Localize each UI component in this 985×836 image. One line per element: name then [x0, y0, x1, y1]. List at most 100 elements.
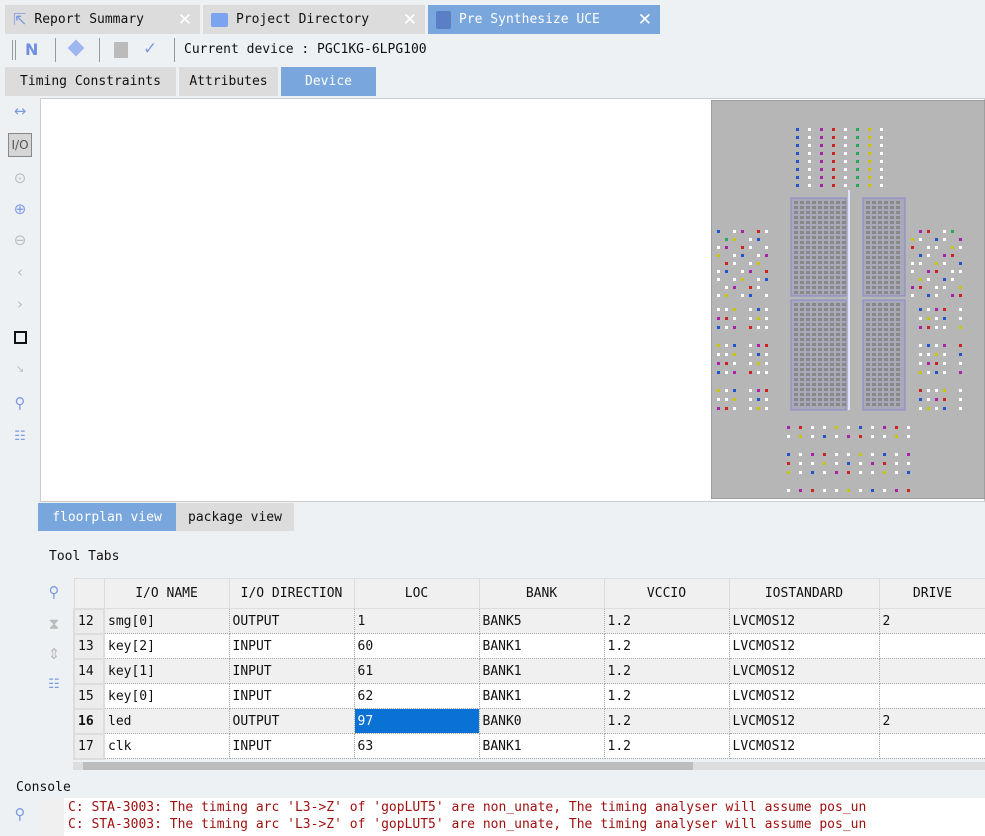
search-icon[interactable]: ⚲: [42, 580, 66, 604]
table-cell[interactable]: OUTPUT: [228, 608, 355, 634]
rectangle-icon[interactable]: [8, 325, 32, 349]
table-cell[interactable]: BANK1: [478, 633, 605, 659]
row-number[interactable]: 17: [73, 732, 105, 760]
search-icon[interactable]: ⚲: [8, 391, 32, 415]
column-header[interactable]: VCCIO: [603, 578, 730, 609]
table-cell[interactable]: [878, 633, 985, 659]
column-header[interactable]: DRIVE: [878, 578, 985, 609]
table-cell[interactable]: 60: [353, 633, 480, 659]
close-icon[interactable]: ✕: [403, 10, 417, 30]
io-icon[interactable]: I/O: [8, 133, 32, 157]
zoom-select-icon[interactable]: ⊙: [8, 166, 32, 190]
fit-icon[interactable]: ↔: [8, 99, 32, 123]
row-number[interactable]: 13: [73, 632, 105, 660]
device-floorplan-image[interactable]: [711, 100, 985, 499]
save-icon[interactable]: [114, 42, 128, 58]
subtab-attributes[interactable]: Attributes: [179, 67, 278, 96]
table-cell[interactable]: 1: [353, 608, 480, 634]
column-header[interactable]: IOSTANDARD: [728, 578, 880, 609]
table-cell[interactable]: 63: [353, 733, 480, 759]
table-cell[interactable]: key[1]: [103, 658, 230, 684]
table-cell[interactable]: OUTPUT: [228, 708, 355, 734]
forward-icon[interactable]: ›: [8, 292, 32, 316]
zoom-out-icon[interactable]: ⊖: [8, 228, 32, 252]
column-header[interactable]: I/O DIRECTION: [228, 578, 355, 609]
table-cell[interactable]: LVCMOS12: [728, 608, 880, 634]
diamond-icon[interactable]: [67, 39, 85, 57]
row-number[interactable]: 12: [73, 607, 105, 635]
table-cell[interactable]: LVCMOS12: [728, 658, 880, 684]
device-element: [883, 462, 886, 465]
column-header[interactable]: I/O NAME: [103, 578, 230, 609]
tab-report-summary[interactable]: ⇱ Report Summary ✕: [5, 5, 200, 34]
table-cell[interactable]: [878, 733, 985, 759]
table-cell[interactable]: INPUT: [228, 658, 355, 684]
table-row[interactable]: 14 key[1] INPUT 61 BANK1 1.2 LVCMOS12: [73, 657, 985, 685]
table-cell[interactable]: LVCMOS12: [728, 683, 880, 709]
subtab-timing-constraints[interactable]: Timing Constraints: [5, 67, 176, 96]
tab-project-directory[interactable]: Project Directory ✕: [203, 5, 425, 34]
table-cell[interactable]: clk: [103, 733, 230, 759]
column-header[interactable]: LOC: [353, 578, 480, 609]
check-icon[interactable]: ✓: [143, 39, 157, 59]
table-row[interactable]: 13 key[2] INPUT 60 BANK1 1.2 LVCMOS12: [73, 632, 985, 660]
search-icon[interactable]: ⚲: [8, 802, 32, 826]
device-element: [749, 407, 752, 410]
expand-icon[interactable]: ⇕: [42, 642, 66, 666]
back-icon[interactable]: ‹: [8, 260, 32, 284]
route-icon[interactable]: ↘: [8, 357, 32, 381]
table-cell[interactable]: INPUT: [228, 683, 355, 709]
zoom-in-icon[interactable]: ⊕: [8, 197, 32, 221]
table-cell[interactable]: BANK1: [478, 733, 605, 759]
table-cell[interactable]: key[0]: [103, 683, 230, 709]
table-cell[interactable]: 61: [353, 658, 480, 684]
horizontal-scrollbar[interactable]: [73, 762, 985, 770]
table-cell[interactable]: BANK1: [478, 658, 605, 684]
tab-package-view[interactable]: package view: [176, 503, 294, 531]
table-cell[interactable]: LVCMOS12: [728, 708, 880, 734]
table-cell[interactable]: [878, 683, 985, 709]
table-cell[interactable]: BANK5: [478, 608, 605, 634]
new-icon[interactable]: N: [25, 40, 38, 59]
table-cell[interactable]: 1.2: [603, 608, 730, 634]
table-cell[interactable]: LVCMOS12: [728, 633, 880, 659]
close-icon[interactable]: ✕: [638, 10, 652, 30]
table-cell[interactable]: [878, 658, 985, 684]
scrollbar-thumb[interactable]: [83, 762, 693, 770]
row-number[interactable]: 15: [73, 682, 105, 710]
table-cell[interactable]: 2: [878, 608, 985, 634]
table-cell[interactable]: 1.2: [603, 633, 730, 659]
table-cell[interactable]: 1.2: [603, 683, 730, 709]
hierarchy-icon[interactable]: ☷: [8, 424, 32, 448]
collapse-icon[interactable]: ⧗: [42, 612, 66, 636]
table-row[interactable]: 17 clk INPUT 63 BANK1 1.2 LVCMOS12: [73, 732, 985, 760]
table-row[interactable]: 16 led OUTPUT 97 BANK0 1.2 LVCMOS12 2: [73, 707, 985, 735]
tab-floorplan-view[interactable]: floorplan view: [38, 503, 176, 531]
row-number[interactable]: 16: [73, 707, 105, 735]
table-cell[interactable]: 1.2: [603, 708, 730, 734]
device-element: [871, 453, 874, 456]
table-cell[interactable]: 2: [878, 708, 985, 734]
table-cell[interactable]: 97: [353, 708, 480, 734]
subtab-device[interactable]: Device: [281, 67, 376, 96]
table-cell[interactable]: smg[0]: [103, 608, 230, 634]
table-cell[interactable]: 1.2: [603, 733, 730, 759]
close-icon[interactable]: ✕: [178, 10, 192, 30]
table-cell[interactable]: LVCMOS12: [728, 733, 880, 759]
table-cell[interactable]: led: [103, 708, 230, 734]
table-cell[interactable]: BANK0: [478, 708, 605, 734]
hierarchy-icon[interactable]: ☷: [42, 672, 66, 696]
table-cell[interactable]: 1.2: [603, 658, 730, 684]
device-element: [919, 398, 922, 401]
table-cell[interactable]: INPUT: [228, 733, 355, 759]
table-cell[interactable]: 62: [353, 683, 480, 709]
column-header[interactable]: BANK: [478, 578, 605, 609]
tab-pre-synthesize-uce[interactable]: Pre Synthesize UCE ✕: [428, 5, 660, 34]
table-cell[interactable]: key[2]: [103, 633, 230, 659]
row-number[interactable]: 14: [73, 657, 105, 685]
table-cell[interactable]: INPUT: [228, 633, 355, 659]
table-row[interactable]: 15 key[0] INPUT 62 BANK1 1.2 LVCMOS12: [73, 682, 985, 710]
table-row[interactable]: 12 smg[0] OUTPUT 1 BANK5 1.2 LVCMOS12 2: [73, 607, 985, 635]
table-cell[interactable]: BANK1: [478, 683, 605, 709]
device-element: [883, 471, 886, 474]
